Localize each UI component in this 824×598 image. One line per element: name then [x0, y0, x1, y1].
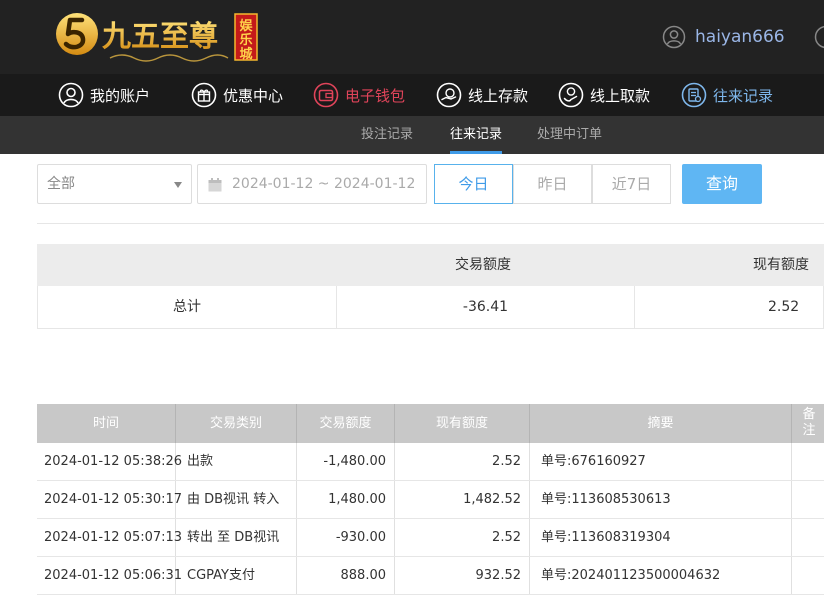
summary-balance: 2.52 — [768, 299, 800, 315]
col-memo: 摘要 — [647, 416, 674, 431]
svg-text:城: 城 — [239, 46, 252, 62]
nav-item-promotions[interactable]: 优惠中心 — [191, 74, 283, 116]
menu-circle-icon[interactable] — [814, 25, 824, 49]
tab-bet-records[interactable]: 投注记录 — [361, 116, 413, 154]
user-circle-icon — [58, 82, 84, 108]
cell-memo: 单号:113608319304 — [541, 530, 671, 545]
records-icon — [681, 82, 707, 108]
table-row: 2024-01-12 05:07:13 转出 至 DB视讯 -930.00 2.52 单… — [37, 519, 824, 557]
cell-type: CGPAY支付 — [187, 568, 255, 583]
cell-balance: 2.52 — [492, 530, 521, 545]
col-time: 时间 — [92, 416, 119, 431]
cell-balance: 2.52 — [492, 454, 521, 469]
cell-amount: -1,480.00 — [323, 454, 386, 469]
cell-balance: 932.52 — [475, 568, 522, 583]
gift-icon — [191, 82, 217, 108]
summary-trade-total: -36.41 — [462, 299, 509, 315]
summary-header: 交易额度 现有额度 — [37, 244, 824, 286]
col-balance: 现有额度 — [435, 416, 488, 431]
table-row: 2024-01-12 05:30:17 由 DB视讯 转入 1,480.00 1,48… — [37, 481, 824, 519]
table-row: 2024-01-12 05:06:31 CGPAY支付 888.00 932.52 单号… — [37, 557, 824, 595]
col-amount: 交易额度 — [319, 416, 372, 431]
cell-type: 由 DB视讯 转入 — [187, 492, 280, 507]
range-today-button[interactable]: 今日 — [434, 164, 513, 204]
cell-note — [797, 519, 824, 556]
nav-label: 线上存款 — [468, 86, 529, 105]
cell-balance: 1,482.52 — [463, 492, 521, 507]
nav-label: 线上取款 — [590, 86, 651, 105]
nav-label: 优惠中心 — [223, 86, 284, 105]
tab-transaction-records[interactable]: 往来记录 — [450, 116, 503, 154]
cell-time: 2024-01-12 05:07:13 — [44, 530, 183, 545]
cell-amount: -930.00 — [335, 530, 386, 545]
range-yesterday-button[interactable]: 昨日 — [513, 164, 592, 204]
summary-header-balance: 现有额度 — [753, 257, 809, 273]
cell-time: 2024-01-12 05:38:26 — [44, 454, 183, 469]
svg-text:娱: 娱 — [239, 19, 253, 34]
sub-nav: 投注记录 往来记录 处理中订单 — [0, 116, 824, 154]
summary-row: 总计 -36.41 2.52 — [37, 286, 824, 329]
cell-memo: 单号:20240112350000463​2 — [541, 568, 721, 583]
user-avatar-icon[interactable] — [662, 25, 686, 49]
transaction-type-select[interactable]: 全部 — [37, 164, 192, 204]
wallet-icon — [313, 82, 339, 108]
nav-label: 电子钱包 — [345, 86, 406, 105]
summary-total-label: 总计 — [173, 299, 201, 315]
query-button[interactable]: 查询 — [682, 164, 762, 204]
nav-label: 往来记录 — [713, 86, 774, 105]
table-row: 2024-01-12 05:38:26 出款 -1,480.00 2.52 单号:676… — [37, 443, 824, 481]
main-nav: 我的账户 优惠中心 电子钱包 线上存款 线上取款 往来记录 — [0, 74, 824, 116]
nav-label: 我的账户 — [90, 86, 151, 105]
col-note: 备注 — [802, 407, 816, 438]
cell-note — [797, 481, 824, 518]
cell-type: 转出 至 DB视讯 — [187, 530, 280, 545]
cell-note — [797, 557, 824, 594]
nav-item-transaction-records[interactable]: 往来记录 — [681, 74, 773, 116]
nav-item-online-deposit[interactable]: 线上存款 — [436, 74, 528, 116]
records-header: 时间 交易类别 交易额度 现有额度 摘要 备注 — [37, 404, 824, 443]
calendar-icon — [208, 178, 222, 192]
nav-item-online-withdraw[interactable]: 线上取款 — [558, 74, 650, 116]
username[interactable]: haiyan666 — [695, 26, 785, 48]
cell-memo: 单号:113608530613 — [541, 492, 671, 507]
transaction-type-value: 全部 — [47, 176, 75, 192]
col-type: 交易类别 — [209, 416, 262, 431]
nav-item-e-wallet[interactable]: 电子钱包 — [313, 74, 405, 116]
deposit-icon — [436, 82, 462, 108]
cell-note — [797, 443, 824, 480]
svg-text:九五至尊: 九五至尊 — [102, 19, 218, 53]
date-range-picker[interactable]: 2024-01-12 ~ 2024-01-12 — [197, 164, 427, 204]
cell-amount: 1,480.00 — [328, 492, 386, 507]
cell-memo: 单号:676160927 — [541, 454, 646, 469]
cell-time: 2024-01-12 05:30:17 — [44, 492, 183, 507]
svg-text:乐: 乐 — [239, 32, 252, 48]
summary-header-trade: 交易额度 — [455, 257, 511, 273]
top-header: 九五至尊 娱 乐 城 haiyan666 — [0, 0, 824, 74]
date-range-value: 2024-01-12 ~ 2024-01-12 — [232, 176, 416, 192]
range-last-7-days-button[interactable]: 近7日 — [592, 164, 671, 204]
brand-logo[interactable]: 九五至尊 娱 乐 城 — [52, 8, 262, 66]
cell-type: 出款 — [187, 454, 214, 469]
cell-amount: 888.00 — [340, 568, 387, 583]
cell-time: 2024-01-12 05:06:31 — [44, 568, 183, 583]
nav-item-my-account[interactable]: 我的账户 — [58, 74, 150, 116]
chevron-down-icon — [174, 182, 182, 188]
tab-pending-orders[interactable]: 处理中订单 — [537, 116, 602, 154]
divider — [37, 223, 824, 224]
withdraw-icon — [558, 82, 584, 108]
